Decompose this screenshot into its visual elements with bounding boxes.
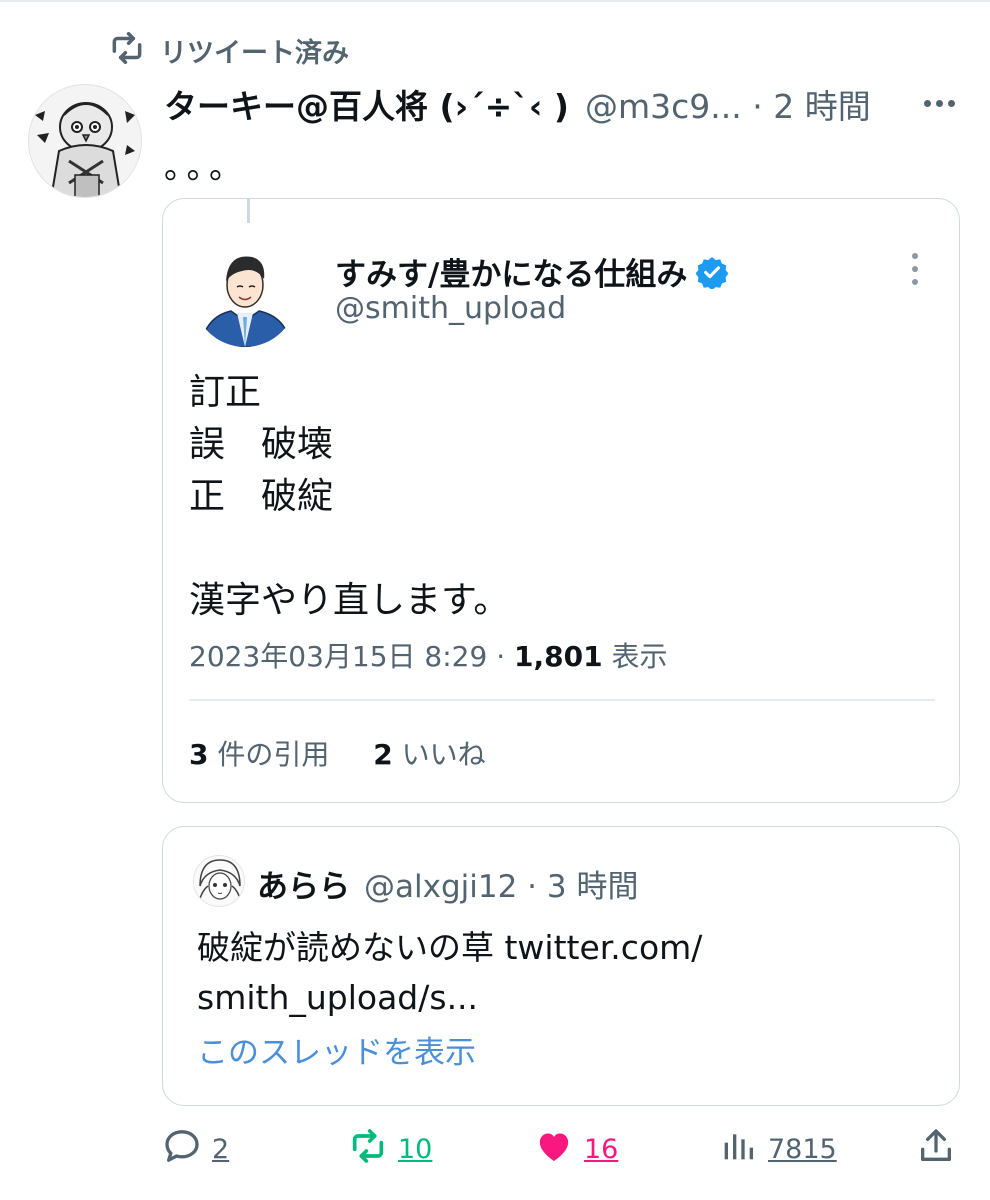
quotes-stat[interactable]: 3 件の引用 <box>189 738 329 771</box>
reply-button[interactable]: 2 <box>162 1124 229 1174</box>
quoted-body-line: 正 破綻 <box>189 476 334 517</box>
like-count: 16 <box>584 1133 619 1165</box>
reply-header: あらら @alxgji12 · 3 時間 <box>257 861 638 906</box>
quotes-label: 件の引用 <box>208 738 330 771</box>
tweet-action-bar: 2 10 16 7815 <box>162 1124 962 1174</box>
more-options-icon[interactable] <box>914 86 964 120</box>
likes-stat[interactable]: 2 いいね <box>373 738 485 771</box>
quoted-body-line: 漢字やり直します。 <box>189 580 510 621</box>
author-display-name[interactable]: ターキー@百人将 (›´÷`‹ ) <box>164 80 569 128</box>
views-count: 7815 <box>768 1133 837 1165</box>
stats-divider <box>189 699 935 701</box>
thread-connector-line <box>247 199 250 223</box>
quoted-views-label: 表示 <box>602 640 668 673</box>
quoted-body-line <box>189 523 509 575</box>
share-button[interactable] <box>916 1124 956 1174</box>
quotes-count: 3 <box>189 738 209 771</box>
quoted-body-line: 誤 破壊 <box>189 424 334 465</box>
retweet-icon <box>348 1126 388 1173</box>
quoted-author-name-row: すみす/豊かになる仕組み <box>335 249 729 294</box>
quoted-timestamp[interactable]: 2023年03月15日 8:29 · <box>189 640 514 673</box>
reply-author-handle-and-time[interactable]: @alxgji12 · 3 時間 <box>364 861 638 906</box>
retweeted-label: リツイート済み <box>160 37 349 69</box>
reply-author-display-name[interactable]: あらら <box>257 861 350 906</box>
reply-body-line: smith_upload/s... <box>197 978 479 1017</box>
tweet-header: ターキー@百人将 (›´÷`‹ ) @m3c9... · 2 時間 <box>164 78 964 130</box>
more-vertical-icon[interactable] <box>903 247 927 291</box>
top-divider <box>0 0 990 2</box>
tweet-text: 。。。 <box>164 147 248 186</box>
retweet-icon <box>108 29 146 71</box>
share-icon <box>916 1126 956 1173</box>
analytics-icon <box>718 1126 758 1173</box>
like-button[interactable]: 16 <box>534 1124 618 1174</box>
quoted-author-avatar[interactable] <box>193 243 297 347</box>
quoted-tweet-stats: 3 件の引用 2 いいね <box>189 733 486 773</box>
thread-reply-card[interactable]: あらら @alxgji12 · 3 時間 破綻が読めないの草 twitter.c… <box>162 826 960 1106</box>
reply-count: 2 <box>212 1133 230 1165</box>
quoted-tweet-card[interactable]: すみす/豊かになる仕組み @smith_upload 訂正 誤 破壊 正 破綻 … <box>162 198 960 803</box>
verified-badge-icon <box>695 255 729 290</box>
heart-icon <box>534 1126 574 1173</box>
reply-author-avatar[interactable] <box>193 855 245 907</box>
quoted-body-line: 訂正 <box>189 372 262 413</box>
quoted-author-handle[interactable]: @smith_upload <box>335 291 566 326</box>
reply-body-line: 破綻が読めないの草 twitter.com/ <box>197 928 703 967</box>
retweet-count: 10 <box>398 1133 433 1165</box>
quoted-author-display-name[interactable]: すみす/豊かになる仕組み <box>335 249 687 294</box>
views-button[interactable]: 7815 <box>718 1124 837 1174</box>
author-handle-and-time[interactable]: @m3c9... · 2 時間 <box>585 80 871 128</box>
reply-body: 破綻が読めないの草 twitter.com/ smith_upload/s... <box>197 923 702 1023</box>
show-thread-link[interactable]: このスレッドを表示 <box>197 1027 476 1072</box>
likes-label: いいね <box>392 738 486 771</box>
likes-count: 2 <box>373 738 393 771</box>
quoted-views-count: 1,801 <box>514 640 603 673</box>
retweeted-by-header[interactable]: リツイート済み <box>108 30 349 70</box>
author-avatar[interactable] <box>28 84 142 198</box>
quoted-tweet-meta: 2023年03月15日 8:29 · 1,801 表示 <box>189 635 667 675</box>
reply-icon <box>162 1126 202 1173</box>
retweet-button[interactable]: 10 <box>348 1124 432 1174</box>
quoted-tweet-body: 訂正 誤 破壊 正 破綻 漢字やり直します。 <box>189 367 509 627</box>
